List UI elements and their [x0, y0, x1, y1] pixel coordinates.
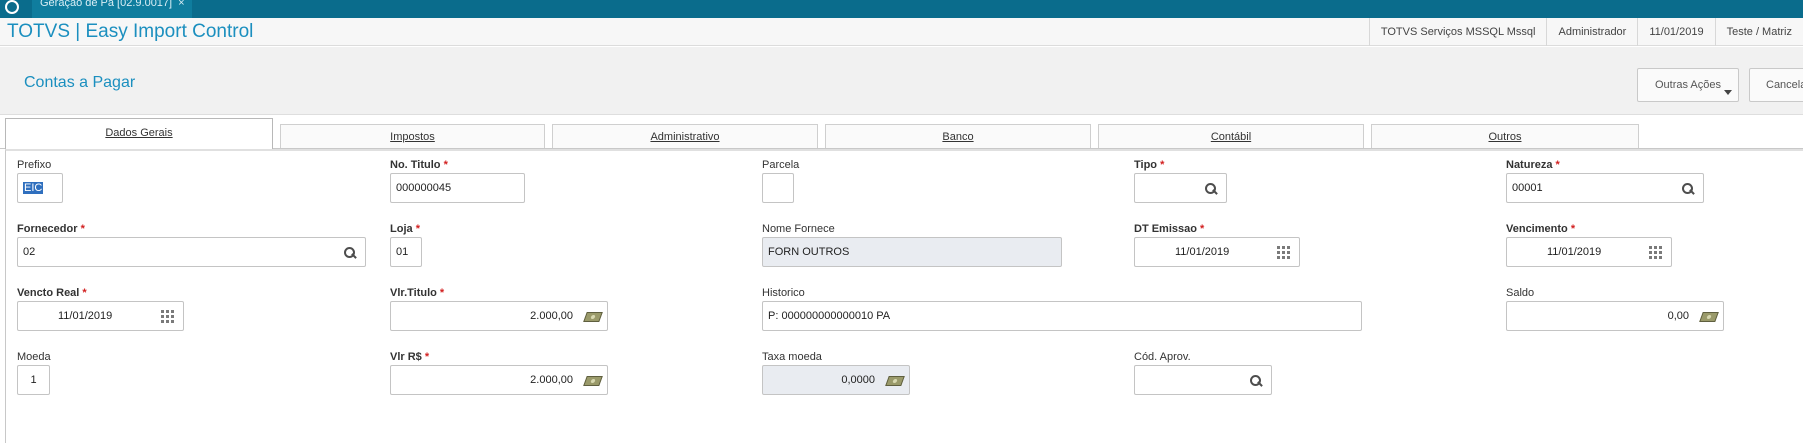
tab-outros[interactable]: Outros	[1371, 124, 1639, 148]
nome-fornece-label: Nome Fornece	[762, 223, 835, 235]
vlr-rs-field[interactable]: 2.000,00	[390, 365, 608, 395]
calendar-icon[interactable]	[1649, 246, 1663, 260]
taxa-moeda-value: 0,0000	[841, 374, 875, 386]
loja-value: 01	[396, 246, 409, 258]
prefixo-value: EIC	[23, 182, 44, 194]
dt-emissao-field[interactable]: 11/01/2019	[1134, 237, 1300, 267]
window-tab[interactable]: Geração de Pa [02.9.0017] ×	[32, 0, 192, 18]
close-tab-icon[interactable]: ×	[178, 0, 184, 9]
taxa-moeda-field: 0,0000	[762, 365, 910, 395]
vlr-rs-value: 2.000,00	[530, 374, 573, 386]
vencimento-field[interactable]: 11/01/2019	[1506, 237, 1672, 267]
money-icon[interactable]	[583, 312, 603, 322]
search-icon[interactable]	[1204, 182, 1218, 196]
cod-aprov-field[interactable]	[1134, 365, 1272, 395]
saldo-label: Saldo	[1506, 287, 1535, 299]
vencto-real-value: 11/01/2019	[58, 310, 113, 322]
dt-emissao-value: 11/01/2019	[1175, 246, 1230, 258]
window-titlebar: Geração de Pa [02.9.0017] ×	[0, 0, 1803, 18]
parcela-label: Parcela	[762, 159, 800, 171]
vencimento-label: Vencimento *	[1506, 223, 1576, 235]
taxa-moeda-label: Taxa moeda	[762, 351, 822, 363]
tab-administrativo[interactable]: Administrativo	[552, 124, 818, 148]
cancel-button[interactable]: Cancelar	[1749, 68, 1803, 102]
historico-value: P: 000000000000010 PA	[768, 310, 891, 322]
vlr-titulo-label: Vlr.Titulo *	[390, 287, 445, 299]
company-info: Teste / Matriz	[1714, 18, 1803, 46]
page-title: Contas a Pagar	[24, 74, 136, 91]
vlr-titulo-value: 2.000,00	[530, 310, 573, 322]
fornecedor-field[interactable]: 02	[17, 237, 366, 267]
no-titulo-label: No. Titulo *	[390, 159, 448, 171]
search-icon[interactable]	[1681, 182, 1695, 196]
cod-aprov-label: Cód. Aprov.	[1134, 351, 1191, 363]
historico-field[interactable]: P: 000000000000010 PA	[762, 301, 1362, 331]
tab-dados-gerais[interactable]: Dados Gerais	[5, 118, 273, 149]
moeda-label: Moeda	[17, 351, 51, 363]
more-actions-button[interactable]: Outras Ações	[1637, 68, 1739, 102]
loja-field[interactable]: 01	[390, 237, 422, 267]
session-info: TOTVS Serviços MSSQL Mssql Administrador…	[1368, 18, 1803, 46]
historico-label: Historico	[762, 287, 805, 299]
fornecedor-label: Fornecedor *	[17, 223, 85, 235]
tab-impostos[interactable]: Impostos	[280, 124, 545, 148]
loja-label: Loja *	[390, 223, 420, 235]
moeda-value: 1	[30, 374, 37, 386]
moeda-field[interactable]: 1	[17, 365, 50, 395]
tipo-label: Tipo *	[1134, 159, 1165, 171]
calendar-icon[interactable]	[1277, 246, 1291, 260]
dt-emissao-label: DT Emissao *	[1134, 223, 1205, 235]
vencto-real-label: Vencto Real *	[17, 287, 87, 299]
parcela-field[interactable]	[762, 173, 794, 203]
tipo-field[interactable]	[1134, 173, 1227, 203]
money-icon[interactable]	[1699, 312, 1719, 322]
vlr-titulo-field[interactable]: 2.000,00	[390, 301, 608, 331]
tab-contabil[interactable]: Contábil	[1098, 124, 1364, 148]
money-icon	[885, 376, 905, 386]
natureza-label: Natureza *	[1506, 159, 1560, 171]
money-icon[interactable]	[583, 376, 603, 386]
calendar-icon[interactable]	[161, 310, 175, 324]
cancel-label: Cancelar	[1766, 79, 1803, 91]
user-info: Administrador	[1546, 18, 1637, 46]
prefixo-label: Prefixo	[17, 159, 52, 171]
environment-info: TOTVS Serviços MSSQL Mssql	[1368, 18, 1547, 46]
app-title: TOTVS | Easy Import Control	[7, 21, 254, 42]
no-titulo-value: 000000045	[396, 182, 452, 194]
vlr-rs-label: Vlr R$ *	[390, 351, 430, 363]
saldo-value: 0,00	[1667, 310, 1689, 322]
form-tabs: Dados Gerais Impostos Administrativo Ban…	[0, 118, 1803, 149]
nome-fornece-field: FORN OUTROS	[762, 237, 1062, 267]
app-logo-icon	[5, 0, 19, 14]
window-tab-label: Geração de Pa [02.9.0017]	[40, 0, 173, 9]
nome-fornece-value: FORN OUTROS	[768, 246, 850, 258]
natureza-field[interactable]: 00001	[1506, 173, 1704, 203]
date-info: 11/01/2019	[1637, 18, 1714, 46]
fornecedor-value: 02	[23, 246, 36, 258]
no-titulo-field[interactable]: 000000045	[390, 173, 525, 203]
prefixo-field[interactable]: EIC	[17, 173, 63, 203]
natureza-value: 00001	[1512, 182, 1543, 194]
chevron-down-icon	[1724, 90, 1732, 95]
app-header: TOTVS | Easy Import Control TOTVS Serviç…	[0, 18, 1803, 46]
tab-banco[interactable]: Banco	[825, 124, 1091, 148]
search-icon[interactable]	[343, 246, 357, 260]
more-actions-label: Outras Ações	[1654, 79, 1722, 91]
vencto-real-field[interactable]: 11/01/2019	[17, 301, 184, 331]
vencimento-value: 11/01/2019	[1547, 246, 1602, 258]
saldo-field[interactable]: 0,00	[1506, 301, 1724, 331]
search-icon[interactable]	[1249, 374, 1263, 388]
page-header: Contas a Pagar Outras Ações Cancelar	[0, 47, 1803, 115]
